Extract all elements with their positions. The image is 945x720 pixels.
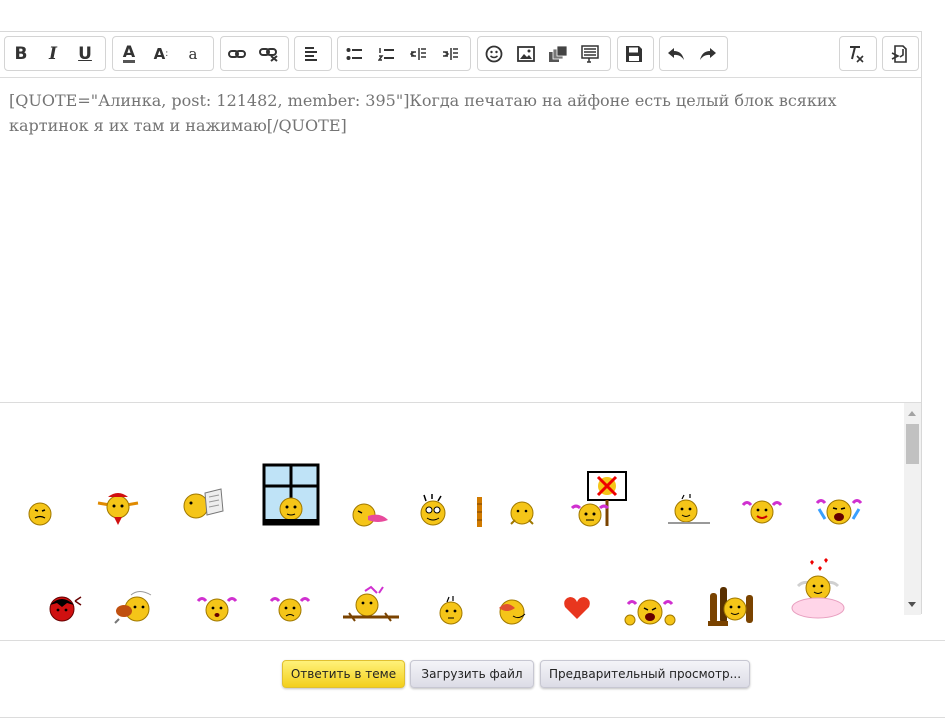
- smilies-scrollbar[interactable]: [904, 403, 921, 615]
- bullet-list-button[interactable]: [338, 37, 370, 70]
- smiley-icon[interactable]: [45, 593, 83, 623]
- smiley-icon[interactable]: [418, 493, 448, 527]
- unlink-icon: [259, 47, 278, 62]
- smiley-icon[interactable]: [341, 585, 399, 625]
- text-color-icon: A: [122, 42, 136, 63]
- toggle-bbcode-button[interactable]: [883, 37, 915, 70]
- toolbar-group-history: [659, 36, 728, 71]
- bold-icon: B: [14, 43, 28, 64]
- media-button[interactable]: [542, 37, 574, 70]
- smiley-icon[interactable]: [350, 500, 390, 528]
- upload-file-button[interactable]: Загрузить файл: [410, 660, 534, 688]
- divider: [0, 717, 945, 718]
- font-size-button[interactable]: A:: [145, 37, 177, 70]
- save-draft-button[interactable]: [618, 37, 650, 70]
- smiley-icon[interactable]: [624, 594, 676, 628]
- smiley-icon[interactable]: [262, 463, 320, 526]
- underline-button[interactable]: U: [69, 37, 101, 70]
- align-button[interactable]: [295, 37, 327, 70]
- scroll-up-arrow[interactable]: [908, 411, 916, 416]
- smiley-icon[interactable]: [196, 593, 238, 625]
- link-icon: [228, 49, 246, 58]
- outdent-button[interactable]: [402, 37, 434, 70]
- smiley-icon[interactable]: [741, 497, 783, 527]
- smiley-icon[interactable]: [475, 496, 539, 528]
- toolbar-group-align: [294, 36, 332, 71]
- smiley-icon[interactable]: [27, 499, 53, 527]
- scroll-down-arrow[interactable]: [908, 602, 916, 607]
- message-text-line: [QUOTE="Алинка, post: 121482, member: 39…: [9, 91, 837, 110]
- toolbar-group-save: [617, 36, 654, 71]
- indent-button[interactable]: [434, 37, 466, 70]
- toolbar-group-toggle: [882, 36, 919, 71]
- smilie-button[interactable]: [478, 37, 510, 70]
- smilie-icon: [485, 45, 503, 62]
- numbered-list-button[interactable]: [370, 37, 402, 70]
- heart-icon[interactable]: [563, 595, 591, 621]
- outdent-icon: [410, 47, 426, 60]
- font-family-button[interactable]: a: [177, 37, 209, 70]
- toolbar-group-text-style: B I U: [4, 36, 106, 71]
- smiley-icon[interactable]: [706, 583, 758, 627]
- undo-button[interactable]: [660, 37, 692, 70]
- smiley-icon[interactable]: [666, 493, 712, 527]
- editor-toolbar: B I U A A: a: [0, 32, 921, 78]
- toggle-bbcode-icon: [891, 44, 907, 63]
- toolbar-group-list: [337, 36, 471, 71]
- smiley-icon[interactable]: [790, 558, 846, 622]
- image-button[interactable]: [510, 37, 542, 70]
- toolbar-group-font: A A: a: [112, 36, 214, 71]
- toolbar-group-insert: [477, 36, 611, 71]
- smiley-icon[interactable]: [437, 596, 465, 626]
- media-icon: [549, 45, 568, 62]
- divider: [0, 640, 945, 641]
- message-textarea[interactable]: [QUOTE="Алинка, post: 121482, member: 39…: [9, 88, 899, 138]
- smiley-icon[interactable]: [181, 487, 225, 521]
- toolbar-group-link: [220, 36, 289, 71]
- smiley-icon[interactable]: [269, 593, 311, 625]
- quote-icon: [581, 44, 599, 63]
- message-text-line: картинок я их там и нажимаю[/QUOTE]: [9, 116, 347, 135]
- italic-icon: I: [49, 43, 57, 64]
- redo-button[interactable]: [692, 37, 724, 70]
- unlink-button[interactable]: [253, 37, 285, 70]
- text-color-button[interactable]: A: [113, 37, 145, 70]
- align-icon: [305, 46, 317, 61]
- toolbar-group-format: [839, 36, 877, 71]
- bold-button[interactable]: B: [5, 37, 37, 70]
- reply-button[interactable]: Ответить в теме: [282, 660, 405, 688]
- bullet-list-icon: [346, 47, 362, 60]
- underline-icon: U: [78, 43, 92, 64]
- font-family-icon: a: [188, 44, 198, 63]
- smiley-icon[interactable]: [495, 596, 529, 626]
- image-icon: [517, 45, 535, 62]
- preview-button[interactable]: Предварительный просмотр...: [540, 660, 750, 688]
- link-button[interactable]: [221, 37, 253, 70]
- redo-icon: [700, 47, 716, 60]
- remove-format-icon: [850, 45, 864, 63]
- italic-button[interactable]: I: [37, 37, 69, 70]
- smiley-icon[interactable]: [96, 487, 140, 527]
- save-draft-icon: [626, 45, 642, 62]
- remove-format-button[interactable]: [840, 37, 872, 70]
- font-size-icon: A: [153, 44, 166, 63]
- smiley-icon[interactable]: [113, 589, 159, 625]
- numbered-list-icon: [378, 47, 394, 61]
- smiley-icon[interactable]: [568, 470, 630, 528]
- quote-button[interactable]: [574, 37, 606, 70]
- smiley-icon[interactable]: [815, 495, 863, 527]
- editor: B I U A A: a [QUOTE="Алинка, post: 12148…: [0, 31, 922, 626]
- undo-icon: [668, 47, 684, 60]
- indent-icon: [443, 47, 458, 60]
- scroll-thumb[interactable]: [906, 424, 919, 464]
- smilies-panel: [0, 402, 921, 626]
